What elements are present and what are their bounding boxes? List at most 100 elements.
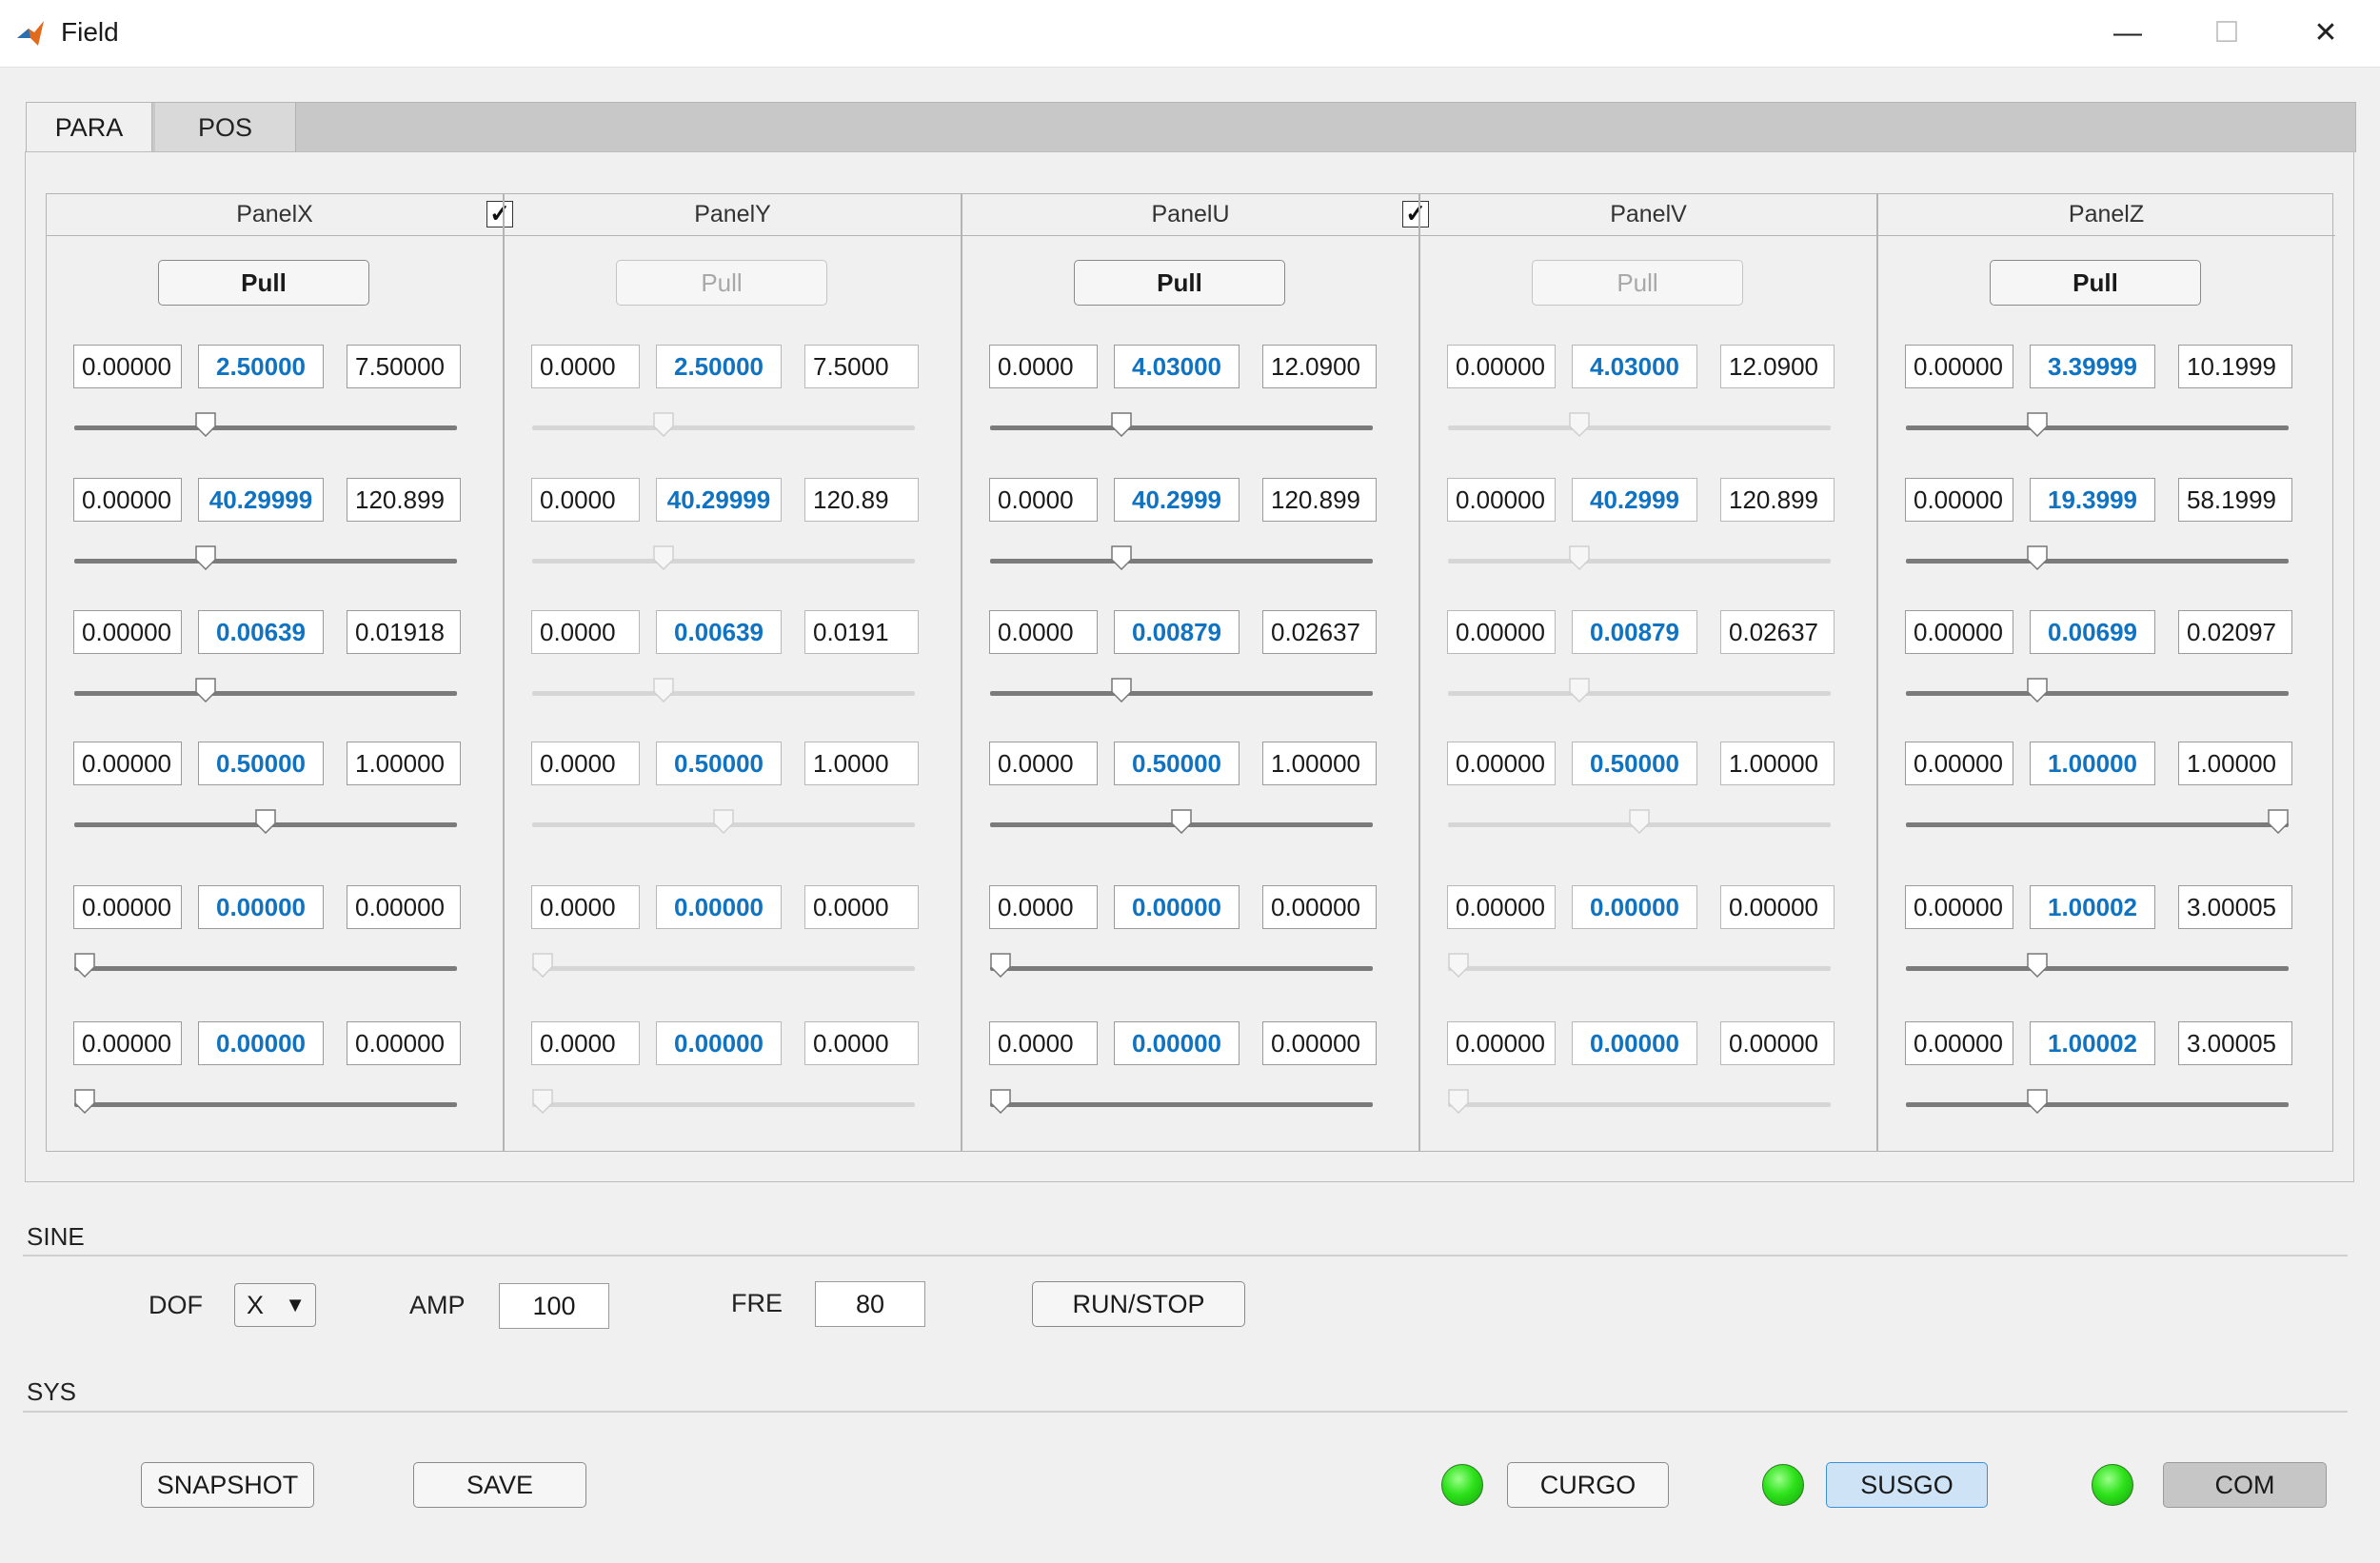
panelz-row5-max-field[interactable]: 3.00005 bbox=[2178, 885, 2292, 929]
dof-select[interactable]: X ▼ bbox=[234, 1283, 316, 1327]
panelx-row5-min-field[interactable]: 0.00000 bbox=[73, 885, 182, 929]
panelz-row5-min-field[interactable]: 0.00000 bbox=[1905, 885, 2013, 929]
panelv-row5-max-field[interactable]: 0.00000 bbox=[1720, 885, 1835, 929]
panelv-row6-slider-track[interactable] bbox=[1448, 1102, 1831, 1107]
panely-row5-max-field[interactable]: 0.0000 bbox=[804, 885, 919, 929]
panelv-row2-value-field[interactable]: 40.2999 bbox=[1572, 478, 1697, 522]
panelu-row3-slider-track[interactable] bbox=[990, 691, 1373, 696]
panely-row1-slider-track[interactable] bbox=[532, 425, 915, 430]
panely-row1-max-field[interactable]: 7.5000 bbox=[804, 345, 919, 388]
maximize-icon[interactable]: ☐ bbox=[2193, 11, 2260, 55]
panelx-row1-min-field[interactable]: 0.00000 bbox=[73, 345, 182, 388]
panelu-row5-value-field[interactable]: 0.00000 bbox=[1114, 885, 1240, 929]
panelz-row1-min-field[interactable]: 0.00000 bbox=[1905, 345, 2013, 388]
slider-thumb-icon[interactable] bbox=[2027, 1089, 2048, 1114]
panelv-row5-slider-track[interactable] bbox=[1448, 966, 1831, 971]
minimize-icon[interactable]: — bbox=[2094, 11, 2161, 55]
slider-thumb-icon[interactable] bbox=[1111, 412, 1132, 437]
panely-row1-value-field[interactable]: 2.50000 bbox=[656, 345, 782, 388]
panely-row4-value-field[interactable]: 0.50000 bbox=[656, 742, 782, 785]
panelx-row4-max-field[interactable]: 1.00000 bbox=[347, 742, 461, 785]
panelx-row5-max-field[interactable]: 0.00000 bbox=[347, 885, 461, 929]
panelu-row4-min-field[interactable]: 0.0000 bbox=[989, 742, 1098, 785]
panely-row2-slider-track[interactable] bbox=[532, 559, 915, 564]
slider-thumb-icon[interactable] bbox=[255, 809, 276, 834]
panelz-row5-slider-track[interactable] bbox=[1906, 966, 2289, 971]
panelu-row3-max-field[interactable]: 0.02637 bbox=[1262, 610, 1377, 654]
panelv-row6-max-field[interactable]: 0.00000 bbox=[1720, 1021, 1835, 1065]
panelu-pull-button[interactable]: Pull bbox=[1074, 260, 1285, 306]
panelu-row3-value-field[interactable]: 0.00879 bbox=[1114, 610, 1240, 654]
panelz-row4-min-field[interactable]: 0.00000 bbox=[1905, 742, 2013, 785]
slider-thumb-icon[interactable] bbox=[990, 1089, 1011, 1114]
panelz-row3-max-field[interactable]: 0.02097 bbox=[2178, 610, 2292, 654]
panelz-row6-min-field[interactable]: 0.00000 bbox=[1905, 1021, 2013, 1065]
panely-row6-value-field[interactable]: 0.00000 bbox=[656, 1021, 782, 1065]
panelv-row6-value-field[interactable]: 0.00000 bbox=[1572, 1021, 1697, 1065]
panelu-row1-min-field[interactable]: 0.0000 bbox=[989, 345, 1098, 388]
panelx-pull-button[interactable]: Pull bbox=[158, 260, 369, 306]
panely-row2-value-field[interactable]: 40.29999 bbox=[656, 478, 782, 522]
panelz-row1-value-field[interactable]: 3.39999 bbox=[2030, 345, 2155, 388]
panelu-row3-min-field[interactable]: 0.0000 bbox=[989, 610, 1098, 654]
tab-para[interactable]: PARA bbox=[27, 103, 152, 154]
panelx-row3-max-field[interactable]: 0.01918 bbox=[347, 610, 461, 654]
slider-thumb-icon[interactable] bbox=[2268, 809, 2289, 834]
panelz-row2-min-field[interactable]: 0.00000 bbox=[1905, 478, 2013, 522]
slider-thumb-icon[interactable] bbox=[2027, 678, 2048, 702]
panelx-row4-value-field[interactable]: 0.50000 bbox=[198, 742, 324, 785]
panelx-row2-slider-track[interactable] bbox=[74, 559, 457, 564]
panelv-row2-max-field[interactable]: 120.899 bbox=[1720, 478, 1835, 522]
panelz-row2-max-field[interactable]: 58.1999 bbox=[2178, 478, 2292, 522]
panely-row2-max-field[interactable]: 120.89 bbox=[804, 478, 919, 522]
panelz-row2-slider-track[interactable] bbox=[1906, 559, 2289, 564]
slider-thumb-icon[interactable] bbox=[1111, 678, 1132, 702]
panelu-row2-min-field[interactable]: 0.0000 bbox=[989, 478, 1098, 522]
slider-thumb-icon[interactable] bbox=[2027, 953, 2048, 978]
panelx-row3-slider-track[interactable] bbox=[74, 691, 457, 696]
panelu-row4-max-field[interactable]: 1.00000 bbox=[1262, 742, 1377, 785]
panely-row3-value-field[interactable]: 0.00639 bbox=[656, 610, 782, 654]
panelu-row5-min-field[interactable]: 0.0000 bbox=[989, 885, 1098, 929]
panely-row1-min-field[interactable]: 0.0000 bbox=[531, 345, 640, 388]
panelu-row1-max-field[interactable]: 12.0900 bbox=[1262, 345, 1377, 388]
panelu-row1-value-field[interactable]: 4.03000 bbox=[1114, 345, 1240, 388]
panely-row5-value-field[interactable]: 0.00000 bbox=[656, 885, 782, 929]
panelu-row4-value-field[interactable]: 0.50000 bbox=[1114, 742, 1240, 785]
panelu-row1-slider-track[interactable] bbox=[990, 425, 1373, 430]
slider-thumb-icon[interactable] bbox=[195, 545, 216, 570]
panelz-row3-min-field[interactable]: 0.00000 bbox=[1905, 610, 2013, 654]
panelu-row5-max-field[interactable]: 0.00000 bbox=[1262, 885, 1377, 929]
panelu-row6-min-field[interactable]: 0.0000 bbox=[989, 1021, 1098, 1065]
panelv-row4-value-field[interactable]: 0.50000 bbox=[1572, 742, 1697, 785]
panelx-row5-slider-track[interactable] bbox=[74, 966, 457, 971]
panelv-row2-min-field[interactable]: 0.00000 bbox=[1447, 478, 1556, 522]
slider-thumb-icon[interactable] bbox=[74, 953, 95, 978]
panelz-row6-value-field[interactable]: 1.00002 bbox=[2030, 1021, 2155, 1065]
slider-thumb-icon[interactable] bbox=[195, 678, 216, 702]
panelv-row5-min-field[interactable]: 0.00000 bbox=[1447, 885, 1556, 929]
panelu-row2-slider-track[interactable] bbox=[990, 559, 1373, 564]
panely-row3-max-field[interactable]: 0.0191 bbox=[804, 610, 919, 654]
panelv-row1-slider-track[interactable] bbox=[1448, 425, 1831, 430]
panelz-row4-max-field[interactable]: 1.00000 bbox=[2178, 742, 2292, 785]
panelx-row6-min-field[interactable]: 0.00000 bbox=[73, 1021, 182, 1065]
panelz-row3-value-field[interactable]: 0.00699 bbox=[2030, 610, 2155, 654]
panelv-row4-min-field[interactable]: 0.00000 bbox=[1447, 742, 1556, 785]
slider-thumb-icon[interactable] bbox=[990, 953, 1011, 978]
panely-row2-min-field[interactable]: 0.0000 bbox=[531, 478, 640, 522]
panelv-row3-max-field[interactable]: 0.02637 bbox=[1720, 610, 1835, 654]
panelx-row6-value-field[interactable]: 0.00000 bbox=[198, 1021, 324, 1065]
panely-row4-max-field[interactable]: 1.0000 bbox=[804, 742, 919, 785]
panelu-row6-slider-track[interactable] bbox=[990, 1102, 1373, 1107]
slider-thumb-icon[interactable] bbox=[2027, 545, 2048, 570]
panely-row3-min-field[interactable]: 0.0000 bbox=[531, 610, 640, 654]
panelu-row2-value-field[interactable]: 40.2999 bbox=[1114, 478, 1240, 522]
panelx-row5-value-field[interactable]: 0.00000 bbox=[198, 885, 324, 929]
panelu-row6-value-field[interactable]: 0.00000 bbox=[1114, 1021, 1240, 1065]
close-icon[interactable]: ✕ bbox=[2292, 11, 2359, 55]
panely-row5-slider-track[interactable] bbox=[532, 966, 915, 971]
slider-thumb-icon[interactable] bbox=[2027, 412, 2048, 437]
panelu-row6-max-field[interactable]: 0.00000 bbox=[1262, 1021, 1377, 1065]
slider-thumb-icon[interactable] bbox=[195, 412, 216, 437]
